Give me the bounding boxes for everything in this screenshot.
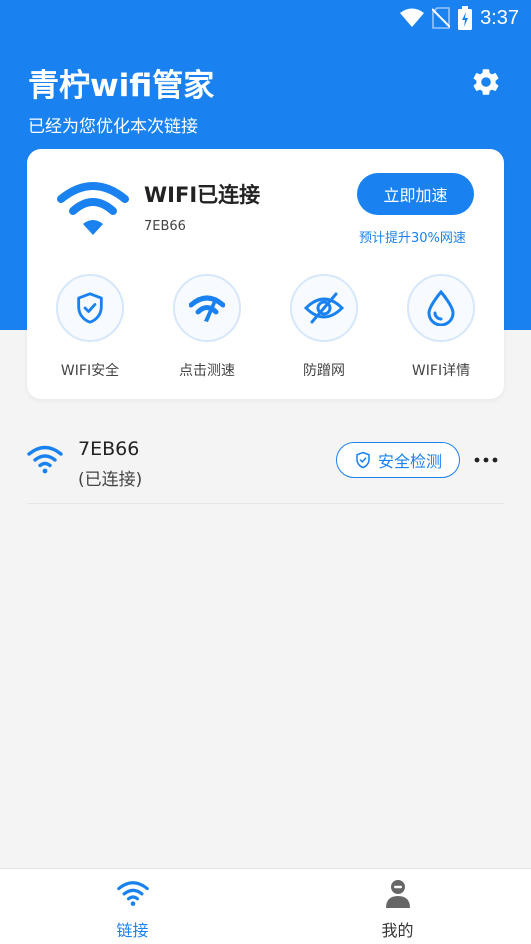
wifi-list-item[interactable]: 7EB66 (已连接) 安全检测 [27, 432, 504, 504]
more-button[interactable] [471, 446, 501, 474]
tab-mine[interactable]: 我的 [265, 869, 530, 944]
speedometer-icon [189, 295, 225, 322]
feature-wifi-details[interactable]: WIFI详情 [381, 274, 501, 384]
gear-icon [473, 69, 499, 95]
tab-label: 链接 [116, 921, 149, 940]
wifi-connection-status: (已连接) [78, 470, 143, 490]
feature-label: WIFI详情 [411, 363, 471, 379]
feature-label: 防蹭网 [303, 363, 345, 379]
app-title: 青柠wifi管家 [28, 68, 215, 104]
wifi-icon [27, 445, 63, 474]
no-sim-icon [432, 7, 451, 29]
connected-ssid: 7EB66 [144, 219, 186, 234]
feature-anti-freeload[interactable]: 防蹭网 [264, 274, 384, 384]
user-icon [385, 880, 410, 908]
security-check-button[interactable]: 安全检测 [336, 442, 460, 478]
status-bar: 3:37 [0, 0, 531, 38]
wifi-signal-icon [400, 8, 425, 27]
boost-button[interactable]: 立即加速 [357, 173, 474, 215]
more-icon [474, 457, 498, 463]
shield-check-icon [356, 451, 370, 469]
feature-grid: WIFI安全 点击测速 防蹭网 WIFI详情 [27, 274, 504, 394]
feature-label: 点击测速 [179, 363, 235, 379]
tab-label: 我的 [381, 921, 414, 940]
shield-check-icon [77, 292, 103, 324]
security-check-label: 安全检测 [377, 452, 442, 471]
eye-off-icon [304, 292, 344, 324]
status-time: 3:37 [480, 6, 519, 29]
bottom-nav: 链接 我的 [0, 868, 531, 944]
tab-link[interactable]: 链接 [0, 869, 265, 944]
water-drop-icon [427, 290, 455, 326]
wifi-icon [116, 881, 149, 906]
app-subtitle: 已经为您优化本次链接 [28, 117, 198, 137]
wifi-ssid: 7EB66 [78, 438, 140, 460]
boost-tip: 预计提升30%网速 [359, 231, 466, 246]
feature-label: WIFI安全 [60, 363, 120, 379]
battery-charging-icon [458, 6, 473, 30]
wifi-connected-icon [57, 182, 129, 235]
connection-card: WIFI已连接 7EB66 立即加速 预计提升30%网速 WIFI安全 点击测速… [27, 149, 504, 399]
settings-button[interactable] [467, 63, 505, 101]
feature-wifi-security[interactable]: WIFI安全 [30, 274, 150, 384]
connection-status-title: WIFI已连接 [144, 183, 261, 207]
feature-speed-test[interactable]: 点击测速 [147, 274, 267, 384]
